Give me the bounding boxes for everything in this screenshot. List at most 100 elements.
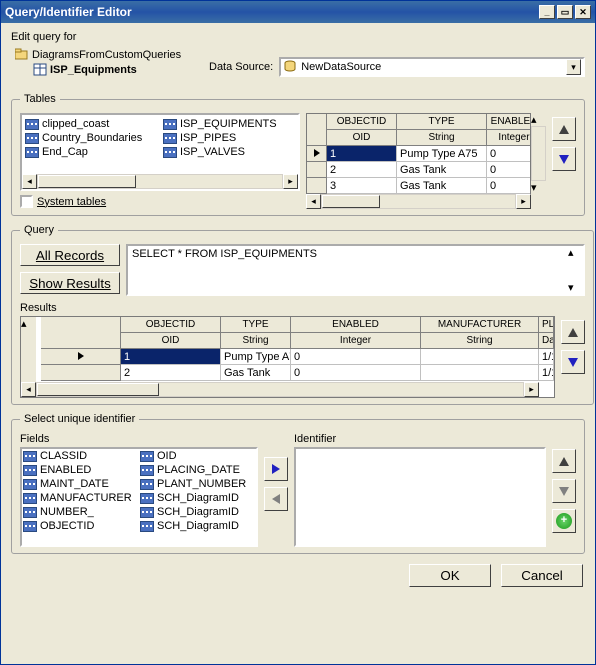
cell[interactable]: 0 [291,349,421,365]
col-header[interactable]: ENABLED [291,317,421,333]
cancel-button[interactable]: Cancel [501,564,583,587]
system-tables-label[interactable]: System tables [37,196,106,208]
identifier-list[interactable] [294,447,546,547]
list-item[interactable]: OID [139,449,256,463]
cell[interactable]: 0 [487,162,531,178]
cell[interactable]: 1/14/2004 12:00: [539,349,554,365]
col-header[interactable]: OBJECTID [327,114,397,130]
all-records-button[interactable]: All Records [20,244,120,266]
row-header[interactable] [307,146,327,162]
col-header[interactable]: PLACING_DATE [539,317,554,333]
row-header[interactable] [307,162,327,178]
list-item[interactable]: ISP_VALVES [162,145,296,159]
tree-child[interactable]: ISP_Equipments [15,62,201,77]
scroll-left-icon[interactable]: ◂ [21,382,36,397]
cell[interactable]: Gas Tank [397,178,487,194]
scroll-right-icon[interactable]: ▸ [516,194,531,209]
list-item[interactable]: MAINT_DATE [22,477,139,491]
query-textarea[interactable]: SELECT * FROM ISP_EQUIPMENTS ▴ ▾ [126,244,585,296]
datasource-combo[interactable]: NewDataSource ▾ [279,57,585,77]
list-item[interactable]: Country_Boundaries [24,131,158,145]
col-header[interactable]: OBJECTID [121,317,221,333]
move-down-button[interactable] [552,479,576,503]
h-scrollbar[interactable]: ◂ ▸ [21,382,539,397]
field-icon [140,507,154,518]
tree-root[interactable]: DiagramsFromCustomQueries [15,47,201,62]
scroll-left-icon[interactable]: ◂ [306,194,321,209]
results-grid[interactable]: OBJECTID TYPE ENABLED MANUFACTURER PLACI… [20,316,555,398]
v-scrollbar[interactable]: ▴ ▾ [531,113,546,194]
cell[interactable]: Pump Type A75 [397,146,487,162]
scroll-down-icon[interactable]: ▾ [568,281,583,294]
tables-preview-grid[interactable]: OBJECTID TYPE ENABLED OID String Integer… [306,113,546,209]
titlebar[interactable]: Query/Identifier Editor _ ▭ ✕ [1,1,595,23]
cell[interactable]: 0 [291,365,421,381]
row-header[interactable] [307,178,327,194]
scroll-up-icon[interactable]: ▴ [21,317,36,330]
list-item[interactable]: SCH_DiagramID [139,505,256,519]
scroll-down-icon[interactable]: ▾ [531,181,546,194]
cell[interactable]: 0 [487,146,531,162]
cell[interactable]: 1 [327,146,397,162]
move-up-button[interactable] [552,117,576,141]
list-item[interactable]: ISP_PIPES [162,131,296,145]
scroll-right-icon[interactable]: ▸ [524,382,539,397]
cell[interactable]: 2 [121,365,221,381]
scroll-up-icon[interactable]: ▴ [531,113,546,126]
col-header[interactable]: ENABLED [487,114,531,130]
tables-list[interactable]: clipped_coast Country_Boundaries End_Cap… [20,113,300,191]
scroll-thumb[interactable] [37,383,159,396]
row-header[interactable] [41,365,121,381]
source-tree[interactable]: DiagramsFromCustomQueries ISP_Equipments [11,45,201,85]
remove-field-button[interactable] [264,487,288,511]
scroll-thumb[interactable] [38,175,136,188]
scroll-thumb[interactable] [322,195,380,208]
cell[interactable]: Gas Tank [397,162,487,178]
cell[interactable]: Pump Type A75 [221,349,291,365]
cell[interactable]: 1 [121,349,221,365]
minimize-button[interactable]: _ [539,5,555,19]
col-header[interactable]: TYPE [221,317,291,333]
list-item[interactable]: NUMBER_ [22,505,139,519]
scroll-right-icon[interactable]: ▸ [283,174,298,189]
h-scrollbar[interactable]: ◂ ▸ [22,174,298,189]
cell[interactable]: 2 [327,162,397,178]
h-scrollbar[interactable]: ◂ ▸ [306,194,531,209]
scroll-up-icon[interactable]: ▴ [568,246,583,259]
list-item[interactable]: CLASSID [22,449,139,463]
list-item[interactable]: PLANT_NUMBER [139,477,256,491]
show-results-button[interactable]: Show Results [20,272,120,294]
maximize-button[interactable]: ▭ [557,5,573,19]
system-tables-checkbox[interactable] [20,195,33,208]
add-identifier-button[interactable]: + [552,509,576,533]
row-header[interactable] [41,349,121,365]
cell[interactable]: 0 [487,178,531,194]
v-scrollbar[interactable]: ▴ ▾ [568,246,583,294]
fields-list[interactable]: CLASSID ENABLED MAINT_DATE MANUFACTURER … [20,447,258,547]
scroll-left-icon[interactable]: ◂ [22,174,37,189]
move-down-button[interactable] [552,147,576,171]
cell[interactable]: Gas Tank [221,365,291,381]
list-item[interactable]: SCH_DiagramID [139,519,256,533]
list-item[interactable]: ISP_EQUIPMENTS [162,117,296,131]
close-button[interactable]: ✕ [575,5,591,19]
list-item[interactable]: MANUFACTURER [22,491,139,505]
col-header[interactable]: MANUFACTURER [421,317,539,333]
list-item[interactable]: OBJECTID [22,519,139,533]
list-item[interactable]: PLACING_DATE [139,463,256,477]
dropdown-icon[interactable]: ▾ [566,59,581,75]
list-item[interactable]: SCH_DiagramID [139,491,256,505]
cell[interactable] [421,349,539,365]
move-up-button[interactable] [552,449,576,473]
list-item[interactable]: ENABLED [22,463,139,477]
move-up-button[interactable] [561,320,585,344]
list-item[interactable]: clipped_coast [24,117,158,131]
ok-button[interactable]: OK [409,564,491,587]
cell[interactable]: 1/15/2004 12:00: [539,365,554,381]
col-header[interactable]: TYPE [397,114,487,130]
cell[interactable]: 3 [327,178,397,194]
move-down-button[interactable] [561,350,585,374]
cell[interactable] [421,365,539,381]
list-item[interactable]: End_Cap [24,145,158,159]
add-field-button[interactable] [264,457,288,481]
